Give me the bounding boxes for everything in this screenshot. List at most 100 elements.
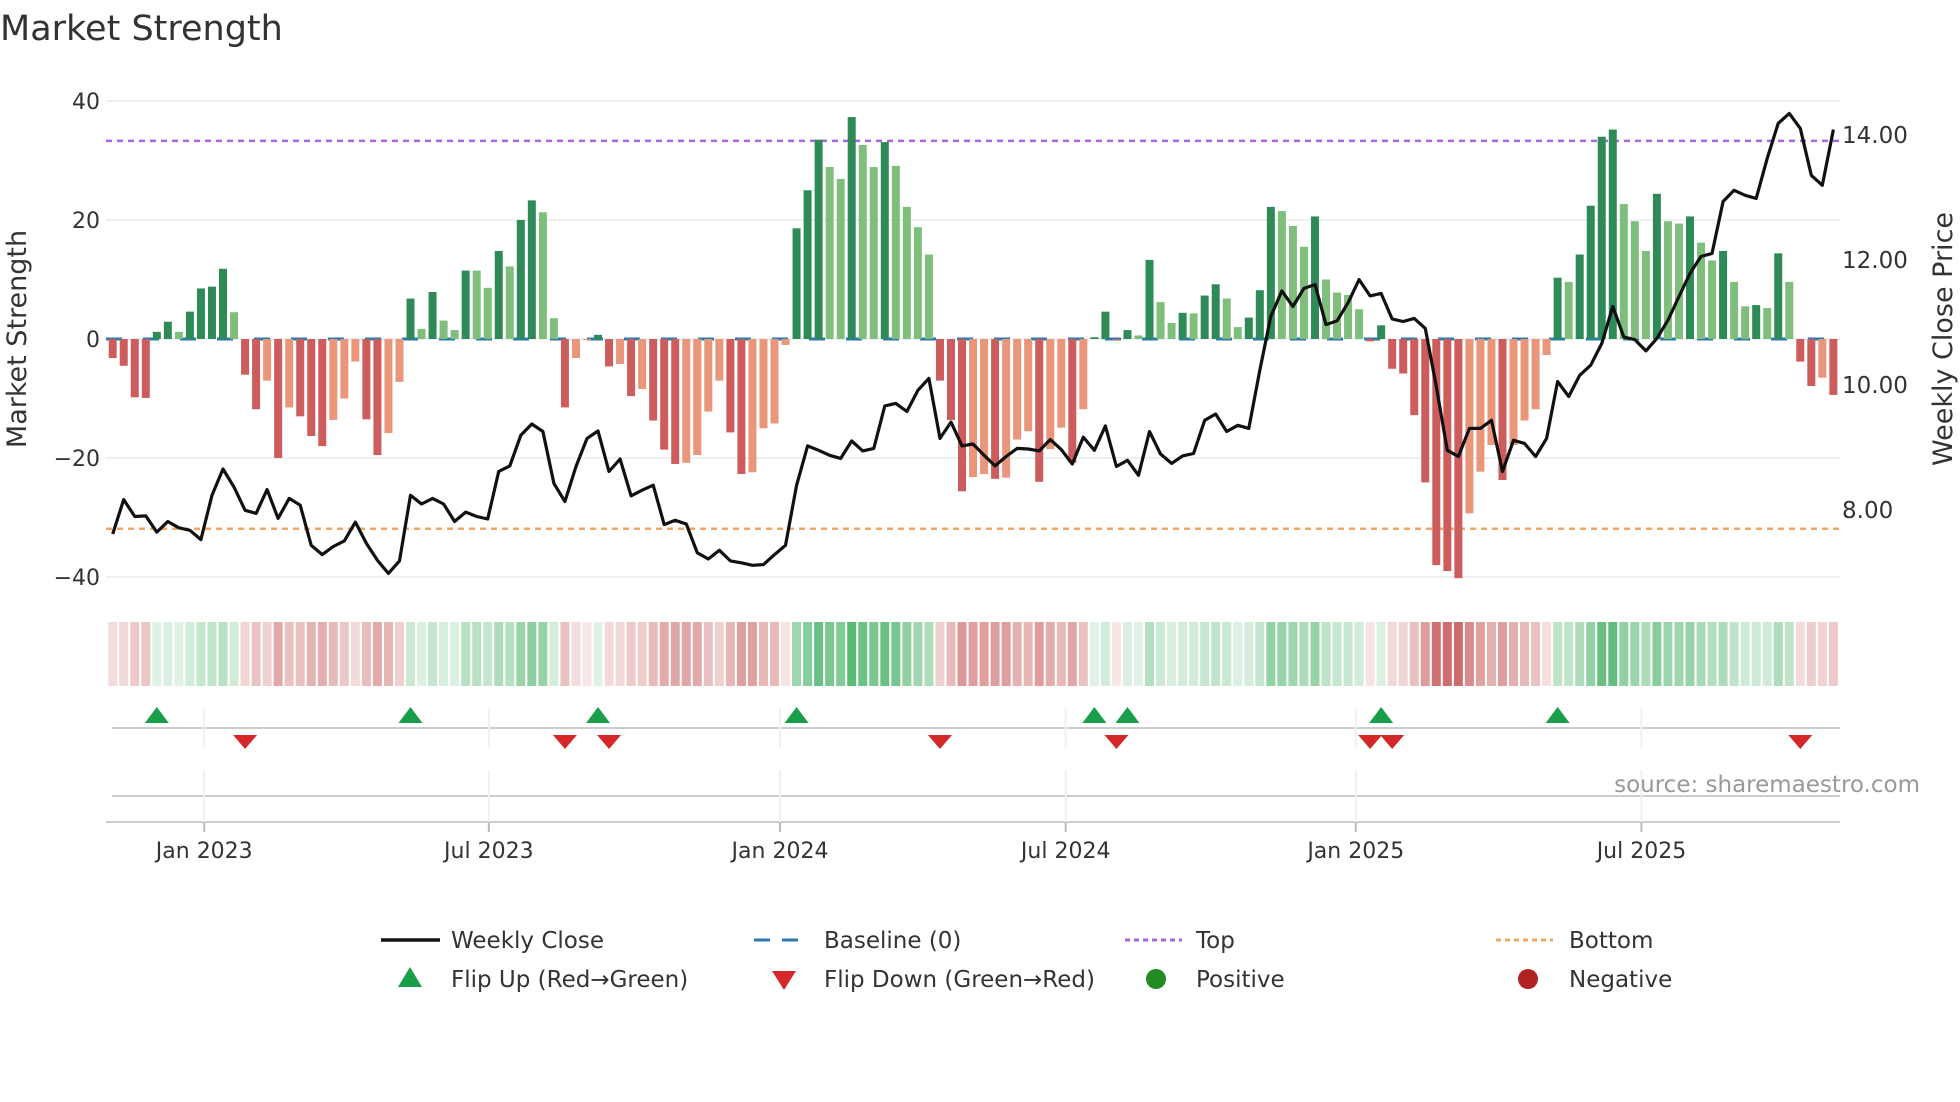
strength-bar bbox=[252, 339, 261, 410]
strength-bar bbox=[461, 270, 470, 339]
strength-bar bbox=[516, 220, 525, 339]
heat-cell bbox=[1685, 622, 1695, 686]
heat-cell bbox=[814, 622, 824, 686]
strength-bar bbox=[924, 254, 933, 339]
strength-bar bbox=[946, 339, 955, 420]
y2-tick-label: 14.00 bbox=[1842, 123, 1908, 149]
heat-cell bbox=[1012, 622, 1022, 686]
legend-item-positive: Positive bbox=[1146, 967, 1285, 993]
heat-cell bbox=[163, 622, 173, 686]
strength-bar bbox=[1509, 339, 1518, 445]
heat-cell bbox=[273, 622, 283, 686]
heat-cell bbox=[1376, 622, 1386, 686]
strength-bar bbox=[605, 339, 614, 367]
strength-bar bbox=[439, 320, 448, 339]
heat-cell bbox=[1167, 622, 1177, 686]
heat-cell bbox=[1475, 622, 1485, 686]
flip-down-marker bbox=[597, 735, 622, 749]
y-tick-label: 0 bbox=[86, 328, 100, 353]
strength-bar bbox=[682, 339, 691, 463]
heat-cell bbox=[284, 622, 294, 686]
strength-bar bbox=[505, 266, 514, 339]
heat-cell bbox=[1608, 622, 1618, 686]
heat-cell bbox=[262, 622, 272, 686]
chart-title: Market Strength bbox=[0, 9, 283, 49]
strength-bar bbox=[196, 288, 205, 339]
strength-bar bbox=[1763, 308, 1772, 339]
heat-cell bbox=[229, 622, 239, 686]
heat-cell bbox=[1133, 622, 1143, 686]
heat-cell bbox=[582, 622, 592, 686]
heat-cell bbox=[1332, 622, 1342, 686]
heat-cell bbox=[174, 622, 184, 686]
y2-tick-label: 12.00 bbox=[1842, 248, 1908, 274]
strength-bar bbox=[373, 339, 382, 456]
heat-cell bbox=[770, 622, 779, 686]
heat-cell bbox=[394, 622, 404, 686]
strength-bar bbox=[174, 331, 183, 339]
strength-bar bbox=[527, 200, 536, 339]
strength-bar bbox=[1134, 335, 1143, 339]
legend-item-bottom: Bottom bbox=[1496, 928, 1653, 954]
heat-cell bbox=[1553, 622, 1563, 686]
legend-label: Weekly Close bbox=[451, 928, 604, 954]
strength-bar bbox=[1597, 136, 1606, 339]
strength-bar bbox=[417, 328, 426, 339]
strength-bar bbox=[858, 145, 867, 339]
heat-cell bbox=[891, 622, 901, 686]
strength-bar bbox=[1244, 317, 1253, 339]
strength-bar bbox=[770, 339, 779, 424]
strength-bar bbox=[1542, 339, 1551, 356]
strength-bar bbox=[1641, 250, 1650, 339]
strength-bar bbox=[869, 167, 878, 339]
strength-bar bbox=[1035, 339, 1044, 482]
strength-bar bbox=[395, 339, 404, 382]
triangle-up-icon bbox=[398, 967, 422, 987]
heat-cell bbox=[626, 622, 636, 686]
strength-bar bbox=[814, 139, 823, 339]
circle-positive-icon bbox=[1146, 969, 1166, 989]
strength-bars bbox=[108, 117, 1838, 579]
heat-cell bbox=[1718, 622, 1728, 686]
heat-cell bbox=[1122, 622, 1132, 686]
flip-up-marker bbox=[398, 707, 423, 723]
strength-bar bbox=[428, 291, 437, 339]
heat-cell bbox=[1795, 622, 1805, 686]
heat-cell bbox=[902, 622, 912, 686]
heat-cell bbox=[1222, 622, 1232, 686]
heat-cell bbox=[670, 622, 680, 686]
y2-tick-label: 10.00 bbox=[1842, 373, 1908, 399]
x-tick-label: Jul 2023 bbox=[442, 839, 534, 864]
strength-bar bbox=[1046, 339, 1055, 450]
strength-bar bbox=[1796, 339, 1805, 362]
heat-cell bbox=[1343, 622, 1353, 686]
legend-item-baseline: Baseline (0) bbox=[754, 928, 961, 954]
strength-bar bbox=[913, 227, 922, 339]
flip-up-marker bbox=[1369, 707, 1394, 723]
strength-bar bbox=[1366, 339, 1375, 342]
strength-bar bbox=[329, 339, 338, 420]
strength-bar bbox=[185, 311, 194, 339]
right-axis-title: Weekly Close Price bbox=[1928, 212, 1959, 466]
heat-cell bbox=[108, 622, 118, 686]
heat-cell bbox=[1001, 622, 1011, 686]
source-label: source: sharemaestro.com bbox=[1614, 772, 1920, 798]
left-axis-ticks: 40 20 0 −20 −40 bbox=[54, 90, 100, 591]
heat-cell bbox=[461, 622, 471, 686]
heat-cell bbox=[1354, 622, 1364, 686]
heat-cell bbox=[1486, 622, 1496, 686]
heat-cell bbox=[935, 622, 945, 686]
heat-cell bbox=[1420, 622, 1430, 686]
heat-cell bbox=[1409, 622, 1419, 686]
strength-bar bbox=[582, 339, 591, 341]
heat-cell bbox=[1464, 622, 1474, 686]
y-tick-label: −40 bbox=[54, 566, 100, 591]
heat-cell bbox=[383, 622, 393, 686]
x-tick-label: Jan 2025 bbox=[1305, 839, 1404, 864]
strength-bar bbox=[362, 339, 371, 420]
heat-cell bbox=[747, 622, 757, 686]
heat-cell bbox=[847, 622, 857, 686]
heat-cell bbox=[1398, 622, 1408, 686]
y-tick-label: 40 bbox=[72, 90, 100, 115]
strength-bar bbox=[1355, 309, 1364, 339]
